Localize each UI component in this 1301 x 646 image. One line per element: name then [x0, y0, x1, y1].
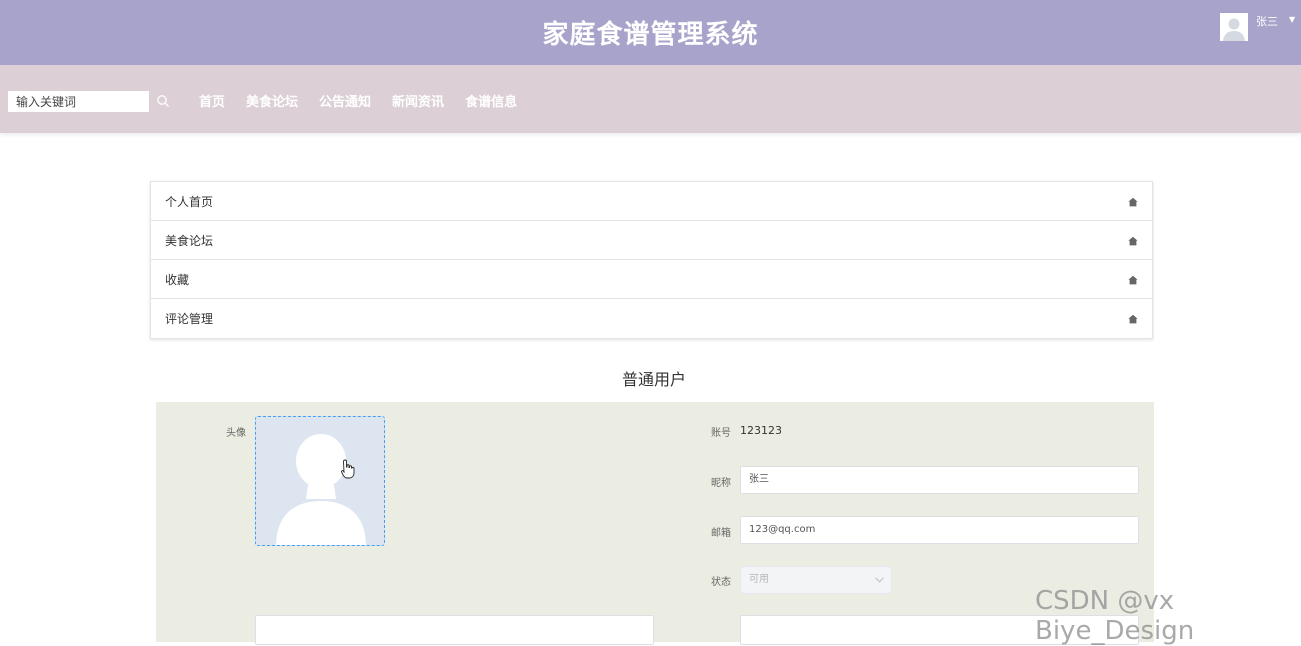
site-title: 家庭食谱管理系统 — [542, 20, 759, 50]
avatar-label: 头像 — [226, 428, 246, 439]
menu-item-label: 个人首页 — [165, 195, 214, 209]
avatar-placeholder-icon — [256, 417, 384, 545]
home-icon — [1128, 314, 1138, 324]
email-label: 邮箱 — [711, 528, 731, 539]
user-name[interactable]: 张三 — [1256, 13, 1278, 29]
user-avatar[interactable] — [1220, 13, 1248, 41]
menu-item-favorites[interactable]: 收藏 — [151, 260, 1152, 299]
nickname-field[interactable]: 张三 — [740, 466, 1139, 494]
menu-item-profile-home[interactable]: 个人首页 — [151, 182, 1152, 221]
main-navbar: 首页 美食论坛 公告通知 新闻资讯 食谱信息 — [0, 65, 1301, 133]
profile-form: 头像 账号 123123 昵称 张三 邮箱 123@qq.com 状态 可用 — [156, 402, 1154, 645]
status-select[interactable]: 可用 — [740, 566, 892, 594]
home-icon — [1128, 275, 1138, 285]
menu-item-comment-management[interactable]: 评论管理 — [151, 299, 1152, 338]
menu-item-label: 美食论坛 — [165, 234, 214, 248]
nav-link-news[interactable]: 新闻资讯 — [392, 91, 444, 110]
account-value: 123123 — [740, 424, 782, 437]
lower-left-field[interactable] — [255, 615, 654, 645]
nav-link-recipes[interactable]: 食谱信息 — [465, 91, 517, 110]
nav-links: 首页 美食论坛 公告通知 新闻资讯 食谱信息 — [199, 91, 517, 110]
home-icon — [1128, 197, 1138, 207]
email-field[interactable]: 123@qq.com — [740, 516, 1139, 544]
account-label: 账号 — [711, 428, 731, 439]
search-input[interactable] — [8, 91, 149, 112]
search-icon[interactable] — [156, 94, 170, 108]
chevron-down-icon — [875, 577, 884, 583]
nav-link-home[interactable]: 首页 — [199, 91, 225, 110]
nav-link-announcements[interactable]: 公告通知 — [319, 91, 371, 110]
status-select-value: 可用 — [749, 574, 769, 585]
user-dropdown-caret-icon[interactable]: ▼ — [1289, 15, 1295, 24]
avatar-silhouette-icon — [1220, 13, 1248, 41]
watermark: CSDN @vx Biye_Design — [1035, 586, 1195, 646]
section-title: 普通用户 — [621, 370, 686, 389]
menu-item-label: 收藏 — [165, 273, 190, 287]
hand-cursor-icon — [341, 459, 355, 479]
top-header: 家庭食谱管理系统 张三 ▼ — [0, 0, 1301, 65]
nickname-label: 昵称 — [711, 478, 731, 489]
status-label: 状态 — [711, 577, 731, 588]
personal-menu: 个人首页 美食论坛 收藏 评论管理 — [150, 181, 1153, 339]
menu-item-food-forum[interactable]: 美食论坛 — [151, 221, 1152, 260]
menu-item-label: 评论管理 — [165, 312, 214, 326]
home-icon — [1128, 236, 1138, 246]
avatar-upload[interactable] — [255, 416, 385, 546]
nav-link-food-forum[interactable]: 美食论坛 — [246, 91, 298, 110]
